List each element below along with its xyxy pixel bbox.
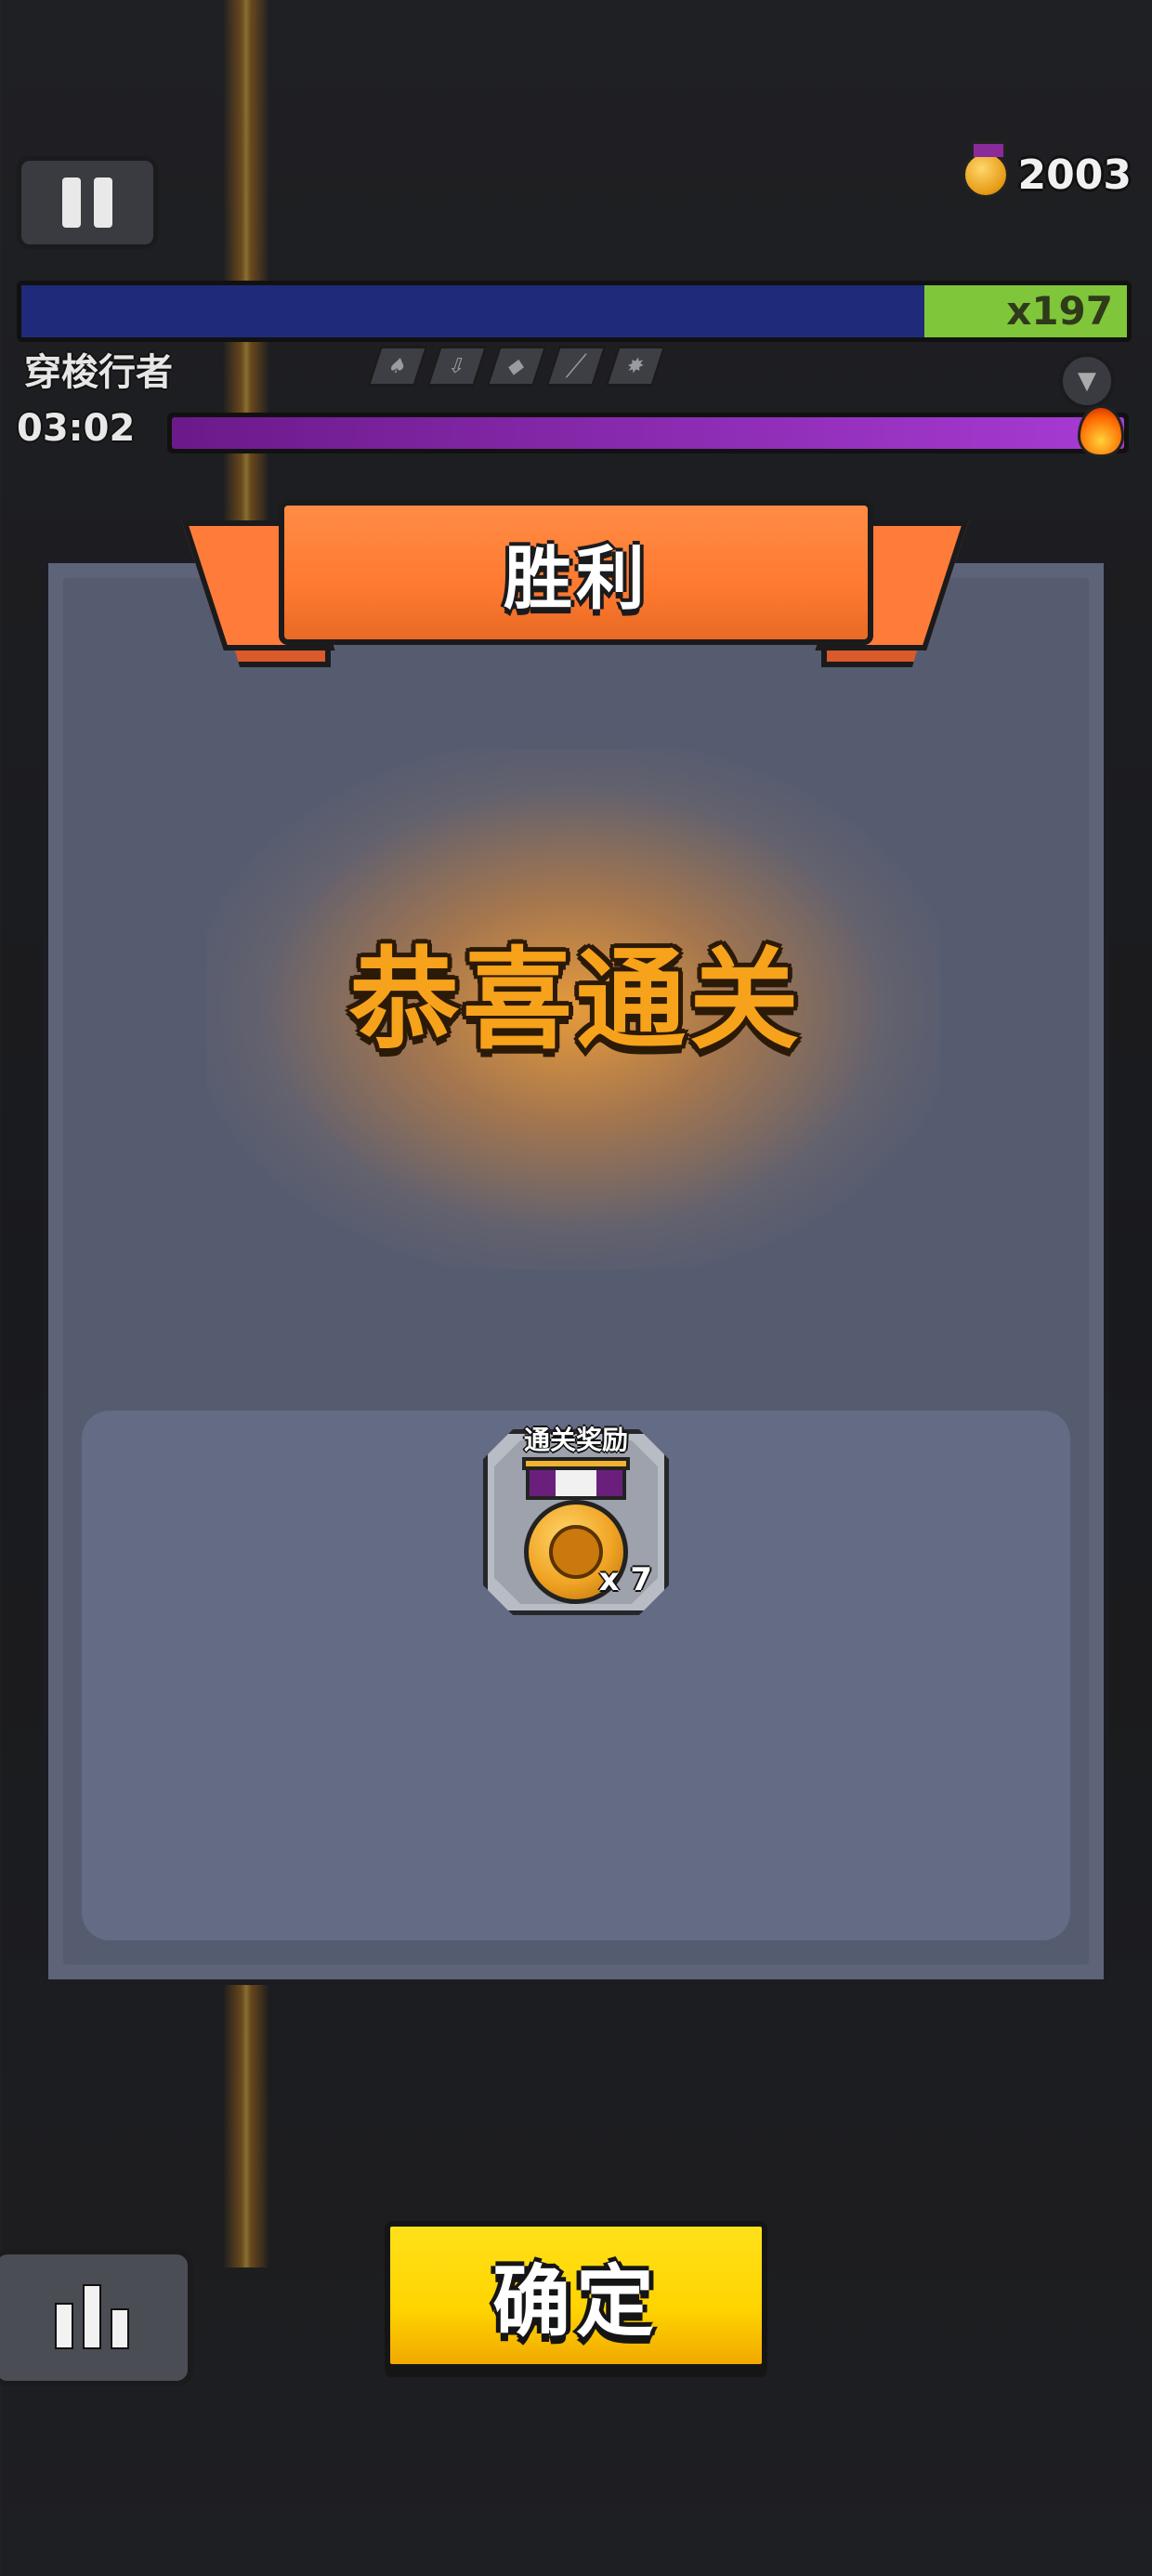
rage-bar-fill [172,417,1124,449]
stats-icon [55,2303,73,2349]
stats-icon-bar [83,2284,101,2349]
rage-bar [167,413,1129,453]
boss-health-fill-blue [21,285,924,337]
boss-name: 穿梭行者 [24,351,173,394]
stats-button[interactable] [0,2249,193,2386]
score-value: 2003 [1017,151,1132,199]
pause-icon [62,177,81,228]
confirm-button[interactable]: 确定 [385,2221,767,2370]
medal-icon [962,141,1009,198]
boss-buff-icons: ♠ ⇩ ◆ ╱ ✸ [366,346,667,387]
buff-icon: ⇩ [425,346,489,387]
confirm-button-label: 确定 [491,2255,660,2347]
congrats-text: 恭喜通关 [348,936,803,1064]
buff-icon: ◆ [485,346,548,387]
pause-button[interactable] [17,156,158,249]
medal-face [549,1525,603,1579]
reward-label: 通关奖励 [523,1425,628,1455]
boss-health-bar: x197 [17,281,1132,342]
medal-ribbon-bar [522,1457,630,1470]
buff-icon: ♠ [366,346,429,387]
boss-health-multiplier: x197 [1006,288,1113,334]
chevron-down-icon[interactable]: ▼ [1059,353,1115,409]
victory-title: 胜利 [504,538,648,619]
victory-banner: 胜利 [279,500,873,645]
stage-timer: 03:02 [17,407,136,450]
stats-icon-bar [111,2308,129,2349]
score-display: 2003 [962,141,1132,203]
buff-icon: ✸ [604,346,667,387]
reward-quantity: x 7 [598,1561,652,1598]
reward-item[interactable]: 通关奖励 x 7 [483,1425,669,1615]
buff-icon: ╱ [544,346,608,387]
pause-icon-bar [94,177,112,228]
